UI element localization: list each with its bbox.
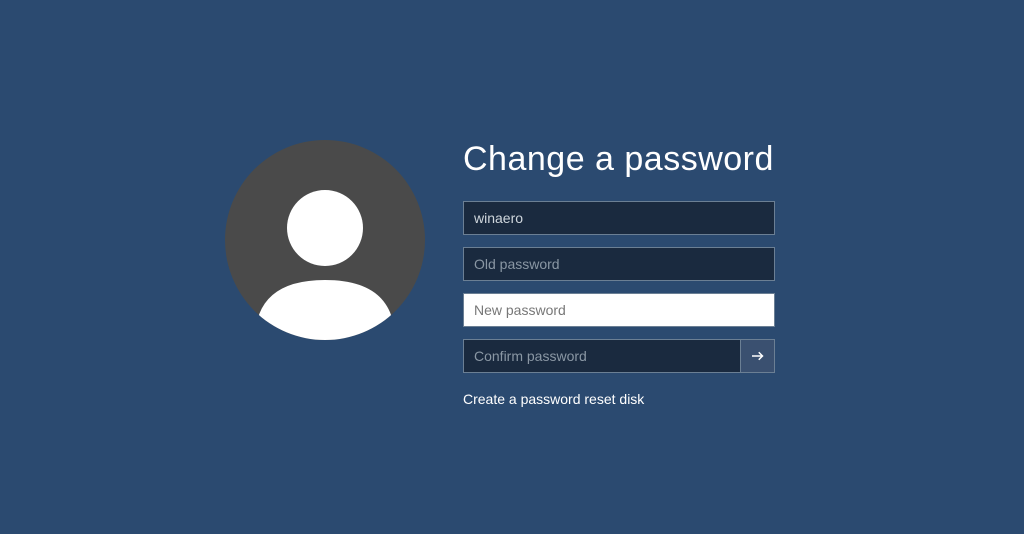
password-reset-disk-link[interactable]: Create a password reset disk [463,391,775,407]
confirm-password-field[interactable] [463,339,741,373]
username-field-wrapper [463,201,775,235]
user-silhouette-icon [240,170,410,340]
page-title: Change a password [463,140,775,179]
old-password-field-wrapper [463,247,775,281]
change-password-panel: Change a password Create a password rese… [225,140,775,407]
old-password-field[interactable] [463,247,775,281]
confirm-password-field-wrapper [463,339,775,373]
arrow-right-icon [749,347,767,365]
user-avatar [225,140,425,340]
username-field[interactable] [463,201,775,235]
form-area: Change a password Create a password rese… [463,140,775,407]
new-password-field[interactable] [463,293,775,327]
submit-button[interactable] [741,339,775,373]
new-password-field-wrapper [463,293,775,327]
